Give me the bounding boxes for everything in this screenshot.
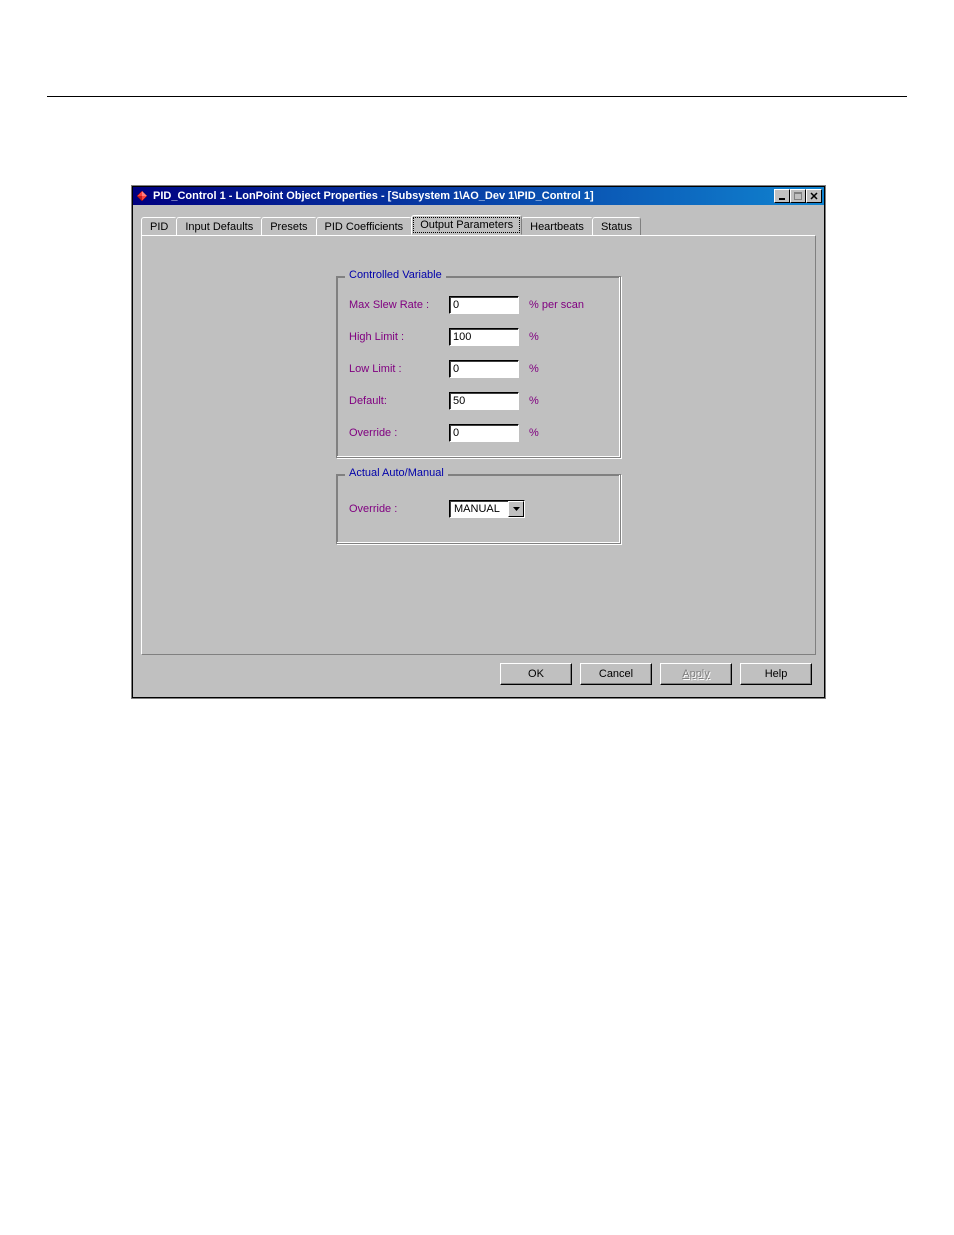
- tab-heartbeats[interactable]: Heartbeats: [521, 217, 593, 236]
- unit-high-limit: %: [529, 331, 539, 343]
- label-high-limit: High Limit :: [349, 331, 449, 343]
- unit-default: %: [529, 395, 539, 407]
- row-default: Default: %: [349, 391, 608, 411]
- tab-pid[interactable]: PID: [141, 217, 177, 236]
- input-max-slew[interactable]: [449, 296, 519, 314]
- row-max-slew: Max Slew Rate : % per scan: [349, 295, 608, 315]
- label-override-select: Override :: [349, 503, 449, 515]
- select-override[interactable]: MANUAL: [449, 500, 525, 518]
- ok-button[interactable]: OK: [500, 663, 572, 685]
- group-actual-auto-manual: Actual Auto/Manual Override : MANUAL: [336, 474, 621, 544]
- dialog-window: PID_Control 1 - LonPoint Object Properti…: [132, 186, 825, 698]
- unit-low-limit: %: [529, 363, 539, 375]
- titlebar-text: PID_Control 1 - LonPoint Object Properti…: [153, 190, 774, 202]
- input-default[interactable]: [449, 392, 519, 410]
- close-button[interactable]: [806, 189, 822, 203]
- group-controlled-variable: Controlled Variable Max Slew Rate : % pe…: [336, 276, 621, 458]
- input-high-limit[interactable]: [449, 328, 519, 346]
- dialog-button-row: OK Cancel Apply Help: [141, 655, 816, 689]
- tab-input-defaults[interactable]: Input Defaults: [176, 217, 262, 236]
- label-override: Override :: [349, 427, 449, 439]
- row-low-limit: Low Limit : %: [349, 359, 608, 379]
- group-legend: Controlled Variable: [345, 269, 446, 281]
- minimize-button[interactable]: [774, 189, 790, 203]
- window-controls: [774, 189, 822, 203]
- tab-presets[interactable]: Presets: [261, 217, 316, 236]
- row-high-limit: High Limit : %: [349, 327, 608, 347]
- tab-output-parameters[interactable]: Output Parameters: [411, 215, 522, 235]
- apply-label: Apply: [682, 668, 710, 680]
- group-legend-2: Actual Auto/Manual: [345, 467, 448, 479]
- app-icon: [135, 189, 149, 203]
- chevron-down-icon: [508, 501, 524, 517]
- label-default: Default:: [349, 395, 449, 407]
- window-body: PID Input Defaults Presets PID Coefficie…: [133, 205, 824, 697]
- tab-strip: PID Input Defaults Presets PID Coefficie…: [141, 213, 816, 235]
- row-override-select: Override : MANUAL: [349, 499, 608, 519]
- label-max-slew: Max Slew Rate :: [349, 299, 449, 311]
- input-override[interactable]: [449, 424, 519, 442]
- tab-pid-coefficients[interactable]: PID Coefficients: [316, 217, 413, 236]
- cancel-button[interactable]: Cancel: [580, 663, 652, 685]
- select-override-value: MANUAL: [450, 502, 508, 516]
- tab-status[interactable]: Status: [592, 217, 641, 236]
- input-low-limit[interactable]: [449, 360, 519, 378]
- tab-panel: Controlled Variable Max Slew Rate : % pe…: [141, 235, 816, 655]
- maximize-button: [790, 189, 806, 203]
- unit-max-slew: % per scan: [529, 299, 584, 311]
- label-low-limit: Low Limit :: [349, 363, 449, 375]
- row-override: Override : %: [349, 423, 608, 443]
- unit-override: %: [529, 427, 539, 439]
- help-button[interactable]: Help: [740, 663, 812, 685]
- titlebar[interactable]: PID_Control 1 - LonPoint Object Properti…: [133, 187, 824, 205]
- apply-button: Apply: [660, 663, 732, 685]
- horizontal-rule: [47, 96, 907, 97]
